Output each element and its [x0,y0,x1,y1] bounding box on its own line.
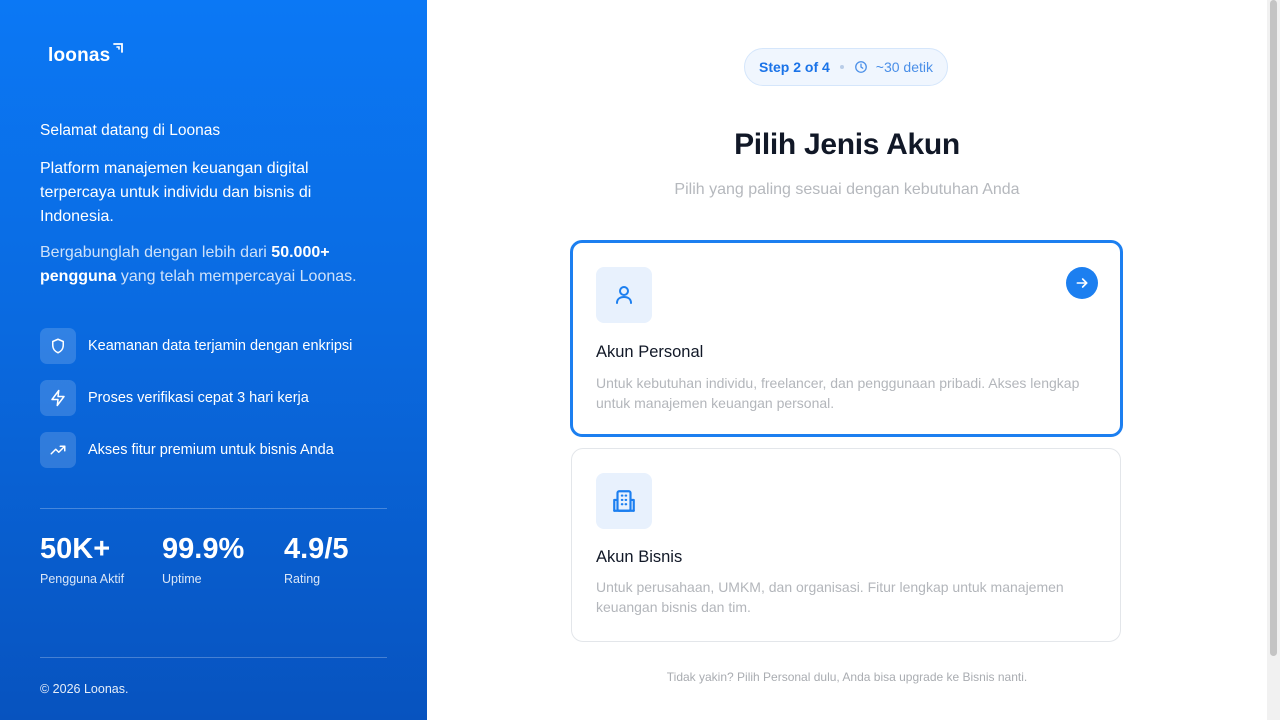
separator-dot [839,65,844,69]
option-description: Untuk kebutuhan individu, freelancer, da… [596,375,1080,411]
time-estimate: ~30 detik [875,59,933,75]
page-subtitle: Pilih yang paling sesuai dengan kebutuha… [674,181,1020,198]
stat-label: Rating [284,572,321,586]
loonas-logo: loonas [48,43,124,67]
stat-label: Pengguna Aktif [40,572,125,586]
option-card-personal[interactable]: Akun Personal Untuk kebutuhan individu, … [570,240,1123,437]
clock-icon [854,61,867,73]
step-indicator: Step 2 of 4 ~30 detik [744,48,948,86]
feature-item: Keamanan data terjamin dengan enkripsi [40,328,352,364]
arrow-right-icon[interactable] [1066,267,1098,299]
feature-label: Akses fitur premium untuk bisnis Anda [88,442,334,458]
divider [40,657,387,658]
feature-item: Akses fitur premium untuk bisnis Anda [40,432,352,468]
welcome-heading: Selamat datang di Loonas [40,122,221,139]
page-title: Pilih Jenis Akun [734,128,960,161]
logo-arrow-icon [113,43,124,53]
stat-value: 99.9% [162,533,245,565]
join-prefix: Bergabunglah dengan lebih dari [40,244,272,261]
trending-up-icon [40,432,76,468]
shield-icon [40,328,76,364]
stat-rating: 4.9/5 Rating [284,532,406,586]
stats-row: 50K+ Pengguna Aktif 99.9% Uptime 4.9/5 R… [40,532,406,586]
feature-label: Keamanan data terjamin dengan enkripsi [88,338,353,354]
platform-description: Platform manajemen keuangan digital terp… [40,160,312,225]
feature-label: Proses verifikasi cepat 3 hari kerja [88,390,309,406]
stat-value: 4.9/5 [284,533,349,565]
helper-hint: Tidak yakin? Pilih Personal dulu, Anda b… [666,670,1028,684]
scrollbar[interactable] [1267,0,1280,720]
feature-item: Proses verifikasi cepat 3 hari kerja [40,380,352,416]
option-title: Akun Personal [596,343,704,361]
feature-list: Keamanan data terjamin dengan enkripsi P… [40,328,352,484]
join-suffix: yang telah mempercayai Loonas. [116,268,357,285]
user-icon [596,267,652,323]
copyright: © 2026 Loonas. [40,682,129,696]
logo-text: loonas [48,45,111,66]
building-icon [596,473,652,529]
stat-uptime: 99.9% Uptime [162,532,284,586]
brand-sidebar: loonas Selamat datang di Loonas Platform… [0,0,427,720]
stat-value: 50K+ [40,533,111,565]
stat-active-users: 50K+ Pengguna Aktif [40,532,162,586]
option-description: Untuk perusahaan, UMKM, dan organisasi. … [596,579,1064,615]
step-label: Step 2 of 4 [758,59,830,75]
divider [40,508,387,509]
stat-label: Uptime [162,572,202,586]
option-card-business[interactable]: Akun Bisnis Untuk perusahaan, UMKM, dan … [571,448,1121,642]
join-text: Bergabunglah dengan lebih dari 50.000+ p… [40,241,380,289]
lightning-icon [40,380,76,416]
option-title: Akun Bisnis [596,548,683,566]
scrollbar-thumb[interactable] [1270,0,1277,656]
